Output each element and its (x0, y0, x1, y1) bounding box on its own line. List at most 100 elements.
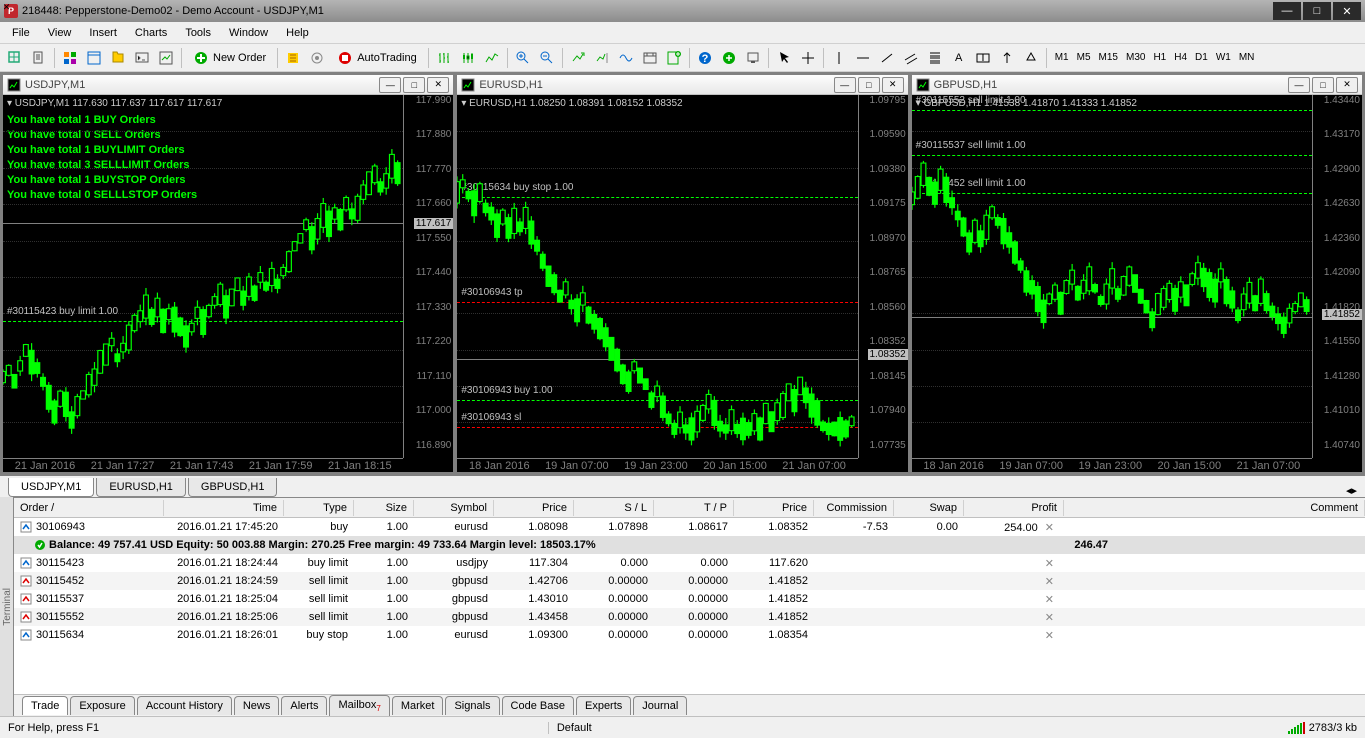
table-row[interactable]: 301155372016.01.21 18:25:04sell limit1.0… (14, 590, 1365, 608)
timeframe-d1[interactable]: D1 (1191, 50, 1212, 65)
help-icon[interactable]: ? (694, 47, 716, 69)
channel-icon[interactable] (900, 47, 922, 69)
column-header-time[interactable]: Time (164, 500, 284, 516)
chart-close-button[interactable]: ✕ (882, 77, 904, 93)
terminal-tab-trade[interactable]: Trade (22, 696, 68, 715)
chart-shift-icon[interactable] (591, 47, 613, 69)
new-order-button[interactable]: New Order (186, 47, 273, 69)
chart-maximize-button[interactable]: □ (403, 77, 425, 93)
table-row[interactable]: 301069432016.01.21 17:45:20buy1.00eurusd… (14, 518, 1365, 536)
candlestick-icon[interactable] (457, 47, 479, 69)
expert-advisors-icon[interactable] (306, 47, 328, 69)
terminal-tab-experts[interactable]: Experts (576, 696, 631, 715)
strategy-tester-icon[interactable] (155, 47, 177, 69)
column-header-tp[interactable]: T / P (654, 500, 734, 516)
chart-minimize-button[interactable]: — (1288, 77, 1310, 93)
trendline-icon[interactable] (876, 47, 898, 69)
chart-maximize-button[interactable]: □ (1312, 77, 1334, 93)
table-row[interactable]: 301156342016.01.21 18:26:01buy stop1.00e… (14, 626, 1365, 644)
terminal-sidebar-handle[interactable]: Terminal ✕ (0, 497, 14, 716)
chart-close-button[interactable]: ✕ (427, 77, 449, 93)
close-order-icon[interactable]: ✕ (1041, 558, 1058, 570)
close-order-icon[interactable]: ✕ (1041, 630, 1058, 642)
close-button[interactable]: ✕ (1333, 2, 1361, 20)
menu-tools[interactable]: Tools (177, 25, 219, 41)
menu-help[interactable]: Help (278, 25, 317, 41)
autotrading-button[interactable]: AutoTrading (330, 47, 424, 69)
terminal-tab-exposure[interactable]: Exposure (70, 696, 134, 715)
doc-tab-gbpusd-h1[interactable]: GBPUSD,H1 (188, 478, 278, 497)
table-row[interactable]: 301154232016.01.21 18:24:44buy limit1.00… (14, 554, 1365, 572)
cursor-icon[interactable] (773, 47, 795, 69)
signals-icon[interactable] (718, 47, 740, 69)
close-order-icon[interactable]: ✕ (1041, 522, 1058, 534)
navigator-icon[interactable] (107, 47, 129, 69)
column-header-profit[interactable]: Profit (964, 500, 1064, 516)
text-label-icon[interactable]: T (972, 47, 994, 69)
terminal-tab-account-history[interactable]: Account History (137, 696, 232, 715)
close-order-icon[interactable]: ✕ (1041, 594, 1058, 606)
terminal-tab-alerts[interactable]: Alerts (281, 696, 327, 715)
fibonacci-icon[interactable] (924, 47, 946, 69)
terminal-icon[interactable] (131, 47, 153, 69)
metaquotes-icon[interactable] (282, 47, 304, 69)
menu-window[interactable]: Window (221, 25, 276, 41)
chart-minimize-button[interactable]: — (834, 77, 856, 93)
maximize-button[interactable]: □ (1303, 2, 1331, 20)
zoom-in-icon[interactable] (512, 47, 534, 69)
column-header-sl[interactable]: S / L (574, 500, 654, 516)
indicators-icon[interactable] (615, 47, 637, 69)
terminal-tab-market[interactable]: Market (392, 696, 444, 715)
menu-insert[interactable]: Insert (81, 25, 125, 41)
timeframe-h4[interactable]: H4 (1170, 50, 1191, 65)
table-row[interactable]: 301155522016.01.21 18:25:06sell limit1.0… (14, 608, 1365, 626)
menu-charts[interactable]: Charts (127, 25, 175, 41)
horizontal-line-icon[interactable] (852, 47, 874, 69)
column-header-price2[interactable]: Price (734, 500, 814, 516)
chart-open-icon[interactable] (4, 47, 26, 69)
column-header-symbol[interactable]: Symbol (414, 500, 494, 516)
terminal-tab-signals[interactable]: Signals (445, 696, 499, 715)
shapes-icon[interactable] (1020, 47, 1042, 69)
crosshair-icon[interactable] (797, 47, 819, 69)
terminal-tab-journal[interactable]: Journal (633, 696, 687, 715)
periods-icon[interactable] (639, 47, 661, 69)
timeframe-w1[interactable]: W1 (1212, 50, 1235, 65)
column-header-comm[interactable]: Commission (814, 500, 894, 516)
chart-maximize-button[interactable]: □ (858, 77, 880, 93)
timeframe-h1[interactable]: H1 (1149, 50, 1170, 65)
vps-icon[interactable] (742, 47, 764, 69)
connection-status[interactable]: 2783/3 kb (1288, 722, 1357, 734)
chart-canvas[interactable]: ▾ EURUSD,H1 1.08250 1.08391 1.08152 1.08… (457, 95, 907, 472)
table-row[interactable]: 301154522016.01.21 18:24:59sell limit1.0… (14, 572, 1365, 590)
auto-scroll-icon[interactable] (567, 47, 589, 69)
text-icon[interactable]: A (948, 47, 970, 69)
timeframe-m30[interactable]: M30 (1122, 50, 1149, 65)
column-header-order[interactable]: Order / (14, 500, 164, 516)
timeframe-m5[interactable]: M5 (1073, 50, 1095, 65)
chart-canvas[interactable]: ▾ GBPUSD,H1 1.41538 1.41870 1.41333 1.41… (912, 95, 1362, 472)
line-chart-icon[interactable] (481, 47, 503, 69)
chart-canvas[interactable]: ▾ USDJPY,M1 117.630 117.637 117.617 117.… (3, 95, 453, 472)
doc-tab-usdjpy-m1[interactable]: USDJPY,M1 (8, 478, 94, 497)
chart-minimize-button[interactable]: — (379, 77, 401, 93)
templates-icon[interactable] (663, 47, 685, 69)
column-header-price[interactable]: Price (494, 500, 574, 516)
zoom-out-icon[interactable] (536, 47, 558, 69)
doc-tab-eurusd-h1[interactable]: EURUSD,H1 (96, 478, 186, 497)
column-header-type[interactable]: Type (284, 500, 354, 516)
column-header-swap[interactable]: Swap (894, 500, 964, 516)
terminal-tab-mailbox[interactable]: Mailbox7 (329, 695, 389, 716)
terminal-tab-news[interactable]: News (234, 696, 280, 715)
timeframe-m1[interactable]: M1 (1051, 50, 1073, 65)
arrows-icon[interactable] (996, 47, 1018, 69)
terminal-tab-code-base[interactable]: Code Base (502, 696, 574, 715)
timeframe-m15[interactable]: M15 (1095, 50, 1122, 65)
minimize-button[interactable]: — (1273, 2, 1301, 20)
column-header-comment[interactable]: Comment (1064, 500, 1365, 516)
tab-scroll-right-icon[interactable]: ▸ (1351, 484, 1357, 497)
close-panel-icon[interactable]: ✕ (3, 2, 11, 13)
timeframe-mn[interactable]: MN (1235, 50, 1259, 65)
vertical-line-icon[interactable] (828, 47, 850, 69)
profiles-icon[interactable] (28, 47, 50, 69)
